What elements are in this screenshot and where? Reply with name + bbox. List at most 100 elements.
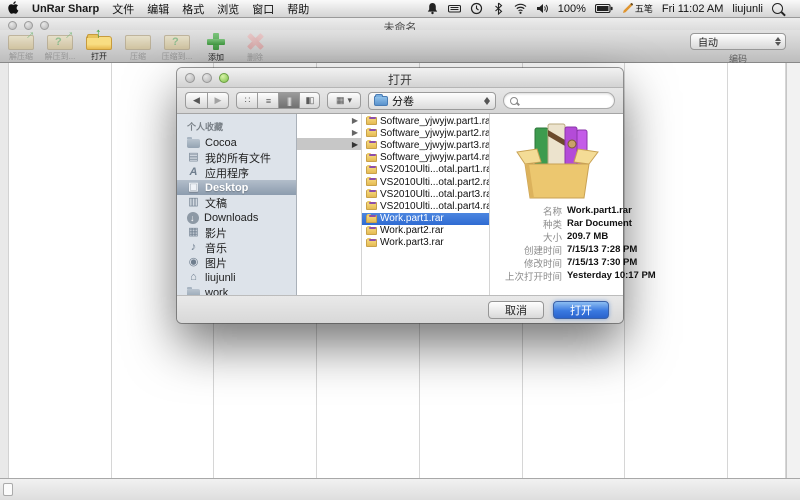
parent-folder-row[interactable]: ▶ bbox=[297, 114, 361, 126]
toolbar-button[interactable]: 添加 bbox=[199, 32, 233, 63]
battery-icon[interactable] bbox=[595, 3, 613, 14]
toolbar-button[interactable]: 解压缩 bbox=[4, 32, 38, 63]
sidebar-item[interactable]: 音乐 bbox=[177, 240, 296, 255]
sidebar-item-label: liujunli bbox=[205, 272, 236, 284]
sidebar-item[interactable]: 应用程序 bbox=[177, 165, 296, 180]
rar-archive-icon bbox=[366, 154, 377, 162]
toolbar-button[interactable]: 删除 bbox=[238, 32, 272, 63]
folder-icon bbox=[374, 96, 388, 106]
search-icon bbox=[510, 97, 518, 105]
toolbar-button[interactable]: 解压到... bbox=[43, 32, 77, 63]
bluetooth-icon[interactable] bbox=[492, 2, 505, 15]
input-method-icon[interactable]: 五笔 bbox=[622, 2, 653, 15]
sidebar-item[interactable]: 图片 bbox=[177, 255, 296, 270]
file-name: VS2010Ulti...otal.part4.rar bbox=[380, 201, 490, 212]
sidebar-item-icon bbox=[187, 167, 200, 178]
sidebar-item-label: 我的所有文件 bbox=[205, 150, 271, 166]
wifi-icon[interactable] bbox=[514, 2, 527, 15]
window-title-bar[interactable]: 未命名 bbox=[0, 18, 800, 30]
apple-menu-icon[interactable] bbox=[8, 1, 19, 17]
app-menu-title[interactable]: UnRar Sharp bbox=[32, 3, 99, 15]
dialog-toolbar: ◀ ▶ ∷ ≡ ||| ▮▯ ▦▾ 分卷 bbox=[177, 88, 623, 114]
menu-item[interactable]: 窗口 bbox=[252, 1, 274, 17]
metadata-label: 修改时间 bbox=[490, 256, 562, 270]
dialog-sidebar: 个人收藏 Cocoa 我的所有文件 bbox=[177, 114, 297, 295]
search-field[interactable] bbox=[503, 92, 615, 109]
metadata-value: Rar Document bbox=[567, 218, 632, 229]
open-dialog: 打开 ◀ ▶ ∷ ≡ ||| ▮▯ ▦▾ 分卷 bbox=[177, 68, 623, 323]
open-button[interactable]: 打开 bbox=[553, 301, 609, 319]
sidebar-item[interactable]: 我的所有文件 bbox=[177, 150, 296, 165]
sidebar-toggle-grip[interactable] bbox=[3, 483, 13, 496]
vertical-scrollbar[interactable] bbox=[786, 63, 800, 478]
file-row[interactable]: Work.part1.rar bbox=[362, 213, 489, 225]
file-name: Software_yjwyjw.part2.rar bbox=[380, 128, 490, 139]
file-row[interactable]: Software_yjwyjw.part1.rar bbox=[362, 115, 489, 127]
fast-user-switch[interactable]: liujunli bbox=[732, 3, 763, 15]
spotlight-search-icon[interactable] bbox=[772, 3, 783, 14]
sidebar-item[interactable]: liujunli bbox=[177, 270, 296, 285]
menu-bar-clock[interactable]: Fri 11:02 AM bbox=[662, 3, 724, 15]
file-row[interactable]: Software_yjwyjw.part2.rar bbox=[362, 127, 489, 139]
menu-item[interactable]: 编辑 bbox=[147, 1, 169, 17]
sidebar-item[interactable]: Cocoa bbox=[177, 135, 296, 150]
forward-button[interactable]: ▶ bbox=[207, 92, 229, 109]
volume-icon[interactable] bbox=[536, 2, 549, 15]
toolbar-button[interactable]: 压缩 bbox=[121, 32, 155, 63]
menu-item[interactable]: 浏览 bbox=[217, 1, 239, 17]
file-row[interactable]: VS2010Ulti...otal.part4.rar bbox=[362, 200, 489, 212]
sidebar-item[interactable]: 文稿 bbox=[177, 195, 296, 210]
sidebar-item[interactable]: 影片 bbox=[177, 225, 296, 240]
file-row[interactable]: VS2010Ulti...otal.part3.rar bbox=[362, 188, 489, 200]
search-input[interactable] bbox=[522, 95, 608, 107]
rar-archive-icon bbox=[366, 239, 377, 247]
metadata-value: 7/15/13 7:30 PM bbox=[567, 257, 637, 268]
sidebar-item-icon bbox=[187, 212, 199, 224]
file-row[interactable]: Work.part3.rar bbox=[362, 237, 489, 249]
rar-archive-icon bbox=[366, 166, 377, 174]
toolbar-button-icon bbox=[86, 36, 112, 50]
arrange-menu-button[interactable]: ▦▾ bbox=[327, 92, 361, 109]
file-row[interactable]: Software_yjwyjw.part3.rar bbox=[362, 139, 489, 151]
keyboard-icon[interactable] bbox=[448, 2, 461, 15]
encoding-select[interactable]: 自动 bbox=[690, 33, 786, 50]
back-button[interactable]: ◀ bbox=[185, 92, 207, 109]
icon-view-button[interactable]: ∷ bbox=[236, 92, 257, 109]
toolbar-button-icon bbox=[242, 32, 268, 51]
sidebar-item-label: Downloads bbox=[204, 212, 258, 224]
parent-folder-row[interactable]: ▶ bbox=[297, 126, 361, 138]
file-row[interactable]: Software_yjwyjw.part4.rar bbox=[362, 152, 489, 164]
file-name: Software_yjwyjw.part3.rar bbox=[380, 140, 490, 151]
list-view-button[interactable]: ≡ bbox=[257, 92, 278, 109]
column-view-button[interactable]: ||| bbox=[278, 92, 299, 109]
dialog-footer: 取消 打开 bbox=[177, 295, 623, 323]
coverflow-view-button[interactable]: ▮▯ bbox=[299, 92, 320, 109]
preview-metadata: 名称 Work.part1.rar 种类 Rar Document 大小 209… bbox=[490, 204, 623, 282]
toolbar-button[interactable]: 打开 bbox=[82, 32, 116, 63]
sidebar-item-label: 音乐 bbox=[205, 240, 227, 256]
location-dropdown[interactable]: 分卷 bbox=[368, 92, 496, 110]
file-row[interactable]: VS2010Ulti...otal.part1.rar bbox=[362, 164, 489, 176]
toolbar-button-icon bbox=[203, 32, 229, 51]
notifications-bell-icon[interactable] bbox=[426, 2, 439, 15]
menu-item[interactable]: 帮助 bbox=[287, 1, 309, 17]
menu-item[interactable]: 文件 bbox=[112, 1, 134, 17]
file-name: Software_yjwyjw.part4.rar bbox=[380, 152, 490, 163]
toolbar-button[interactable]: 压缩到... bbox=[160, 32, 194, 63]
menu-item[interactable]: 格式 bbox=[182, 1, 204, 17]
sidebar-item[interactable]: Desktop bbox=[177, 180, 296, 195]
toolbar-button-icon bbox=[164, 35, 190, 50]
toolbar-button-label: 打开 bbox=[91, 51, 107, 62]
rar-archive-icon bbox=[366, 202, 377, 210]
dialog-title-bar[interactable]: 打开 bbox=[177, 68, 623, 88]
file-row[interactable]: VS2010Ulti...otal.part2.rar bbox=[362, 176, 489, 188]
parent-folder-row[interactable]: ▶ bbox=[297, 138, 361, 150]
sidebar-item[interactable]: work bbox=[177, 285, 296, 295]
file-row[interactable]: Work.part2.rar bbox=[362, 225, 489, 237]
cancel-button[interactable]: 取消 bbox=[488, 301, 544, 319]
browser-column[interactable] bbox=[728, 63, 786, 478]
sidebar-item-label: 影片 bbox=[205, 225, 227, 241]
time-machine-icon[interactable] bbox=[470, 2, 483, 15]
browser-column[interactable] bbox=[9, 63, 112, 478]
sidebar-item[interactable]: Downloads bbox=[177, 210, 296, 225]
